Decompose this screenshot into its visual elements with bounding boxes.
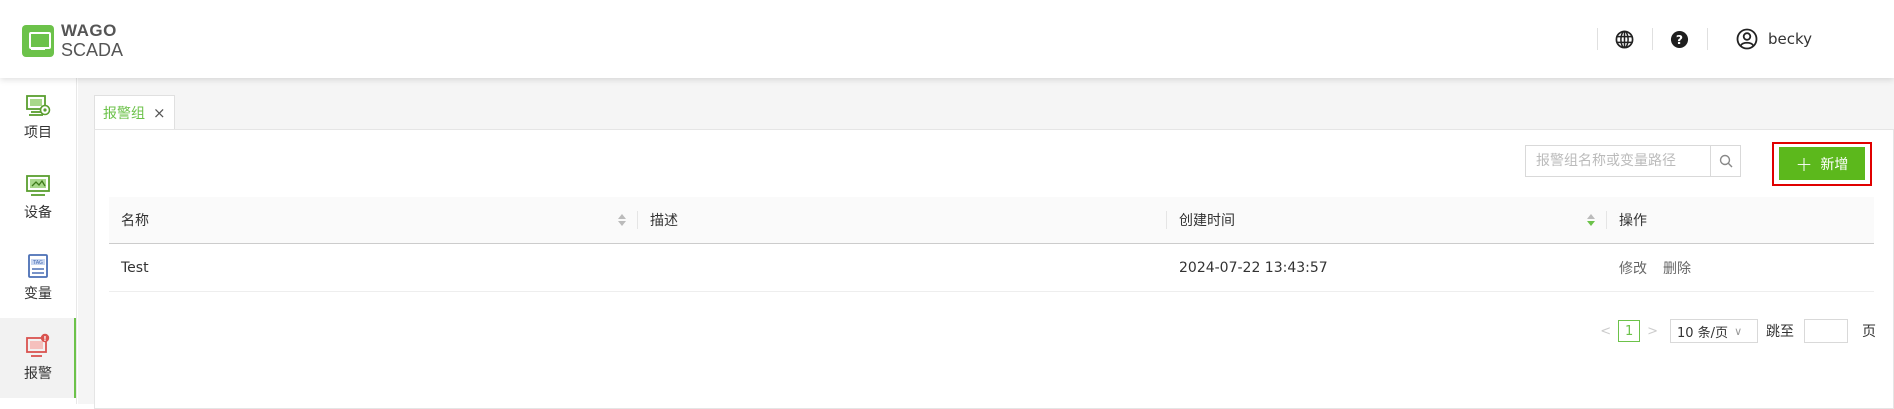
table-row: Test 2024-07-22 13:43:57 修改 删除 (109, 244, 1874, 292)
delete-link[interactable]: 删除 (1663, 258, 1691, 278)
add-button-label: 新增 (1820, 156, 1849, 173)
jump-label: 跳至 (1766, 324, 1794, 340)
wago-scada-logo: WAGO SCADA (22, 22, 123, 59)
device-icon (26, 175, 50, 196)
main-content: 报警组 × + 新增 名称 (78, 78, 1894, 409)
column-header-name[interactable]: 名称 (109, 197, 638, 243)
globe-icon (1616, 30, 1634, 48)
next-page-icon[interactable]: > (1647, 324, 1658, 339)
brand-line1: WAGO (61, 21, 117, 40)
column-header-label: 操作 (1619, 213, 1647, 229)
project-icon (26, 95, 51, 116)
tag-icon: TAG (28, 254, 48, 278)
column-header-actions: 操作 (1607, 197, 1874, 243)
logo-icon (22, 24, 54, 57)
top-header: WAGO SCADA ? becky (0, 0, 1894, 78)
sidebar-item-tag[interactable]: TAG 变量 (0, 238, 76, 318)
sidebar: 项目 设备 TAG 变量 ! 报警 (0, 78, 77, 404)
column-header-label: 描述 (650, 213, 678, 229)
sidebar-item-label: 设备 (24, 205, 52, 221)
svg-text:TAG: TAG (32, 260, 43, 266)
add-button-highlight: + 新增 (1772, 142, 1872, 186)
page-suffix: 页 (1862, 324, 1876, 340)
svg-text:?: ? (1676, 32, 1683, 46)
column-header-label: 名称 (121, 213, 149, 229)
page-number[interactable]: 1 (1618, 320, 1641, 342)
column-header-label: 创建时间 (1179, 213, 1235, 229)
sidebar-item-alarm[interactable]: ! 报警 (0, 318, 76, 398)
add-button[interactable]: + 新增 (1779, 147, 1865, 180)
cell-created-time: 2024-07-22 13:43:57 (1179, 259, 1328, 276)
pagination: < 1 > 10 条/页 ∨ 跳至 页 (1593, 319, 1876, 343)
chevron-down-icon: ∨ (1734, 324, 1743, 338)
cell-actions: 修改 删除 (1607, 244, 1874, 291)
brand-line2: SCADA (61, 40, 124, 60)
svg-text:!: ! (43, 335, 46, 343)
edit-link[interactable]: 修改 (1619, 258, 1647, 278)
search-box (1525, 145, 1741, 177)
column-header-created-time[interactable]: 创建时间 (1167, 197, 1607, 243)
alarm-icon: ! (26, 333, 50, 357)
search-button[interactable] (1710, 146, 1740, 176)
close-icon[interactable]: × (153, 104, 166, 122)
column-header-description: 描述 (638, 197, 1167, 243)
help-button[interactable]: ? (1653, 30, 1707, 49)
alarm-group-table: 名称 描述 创建时间 操作 Test 2024-07-22 13:43:57 修… (109, 197, 1874, 292)
page-size-value: 10 条/页 (1677, 325, 1729, 341)
sidebar-item-label: 报警 (24, 366, 52, 382)
search-icon (1719, 154, 1732, 168)
content-panel: + 新增 名称 描述 创建时间 操作 (94, 129, 1894, 409)
user-name: becky (1767, 30, 1812, 48)
table-header: 名称 描述 创建时间 操作 (109, 197, 1874, 244)
sidebar-item-label: 项目 (24, 125, 52, 141)
cell-description (638, 244, 1167, 291)
page-size-select[interactable]: 10 条/页 ∨ (1670, 319, 1758, 343)
tab-label: 报警组 (103, 105, 145, 122)
prev-page-icon[interactable]: < (1600, 324, 1611, 339)
language-button[interactable] (1598, 30, 1652, 49)
sidebar-item-device[interactable]: 设备 (0, 158, 76, 238)
tab-alarm-group[interactable]: 报警组 × (94, 95, 175, 129)
sidebar-item-label: 变量 (24, 286, 52, 302)
jump-page-input[interactable] (1804, 319, 1848, 343)
search-input[interactable] (1526, 146, 1710, 176)
sort-icon[interactable] (618, 214, 626, 227)
plus-icon: + (1795, 151, 1813, 176)
user-icon (1736, 28, 1758, 50)
cell-name: Test (121, 259, 149, 276)
sidebar-item-project[interactable]: 项目 (0, 78, 76, 158)
user-menu[interactable]: becky (1708, 28, 1894, 50)
help-icon: ? (1671, 30, 1689, 48)
sort-icon[interactable] (1587, 214, 1595, 227)
